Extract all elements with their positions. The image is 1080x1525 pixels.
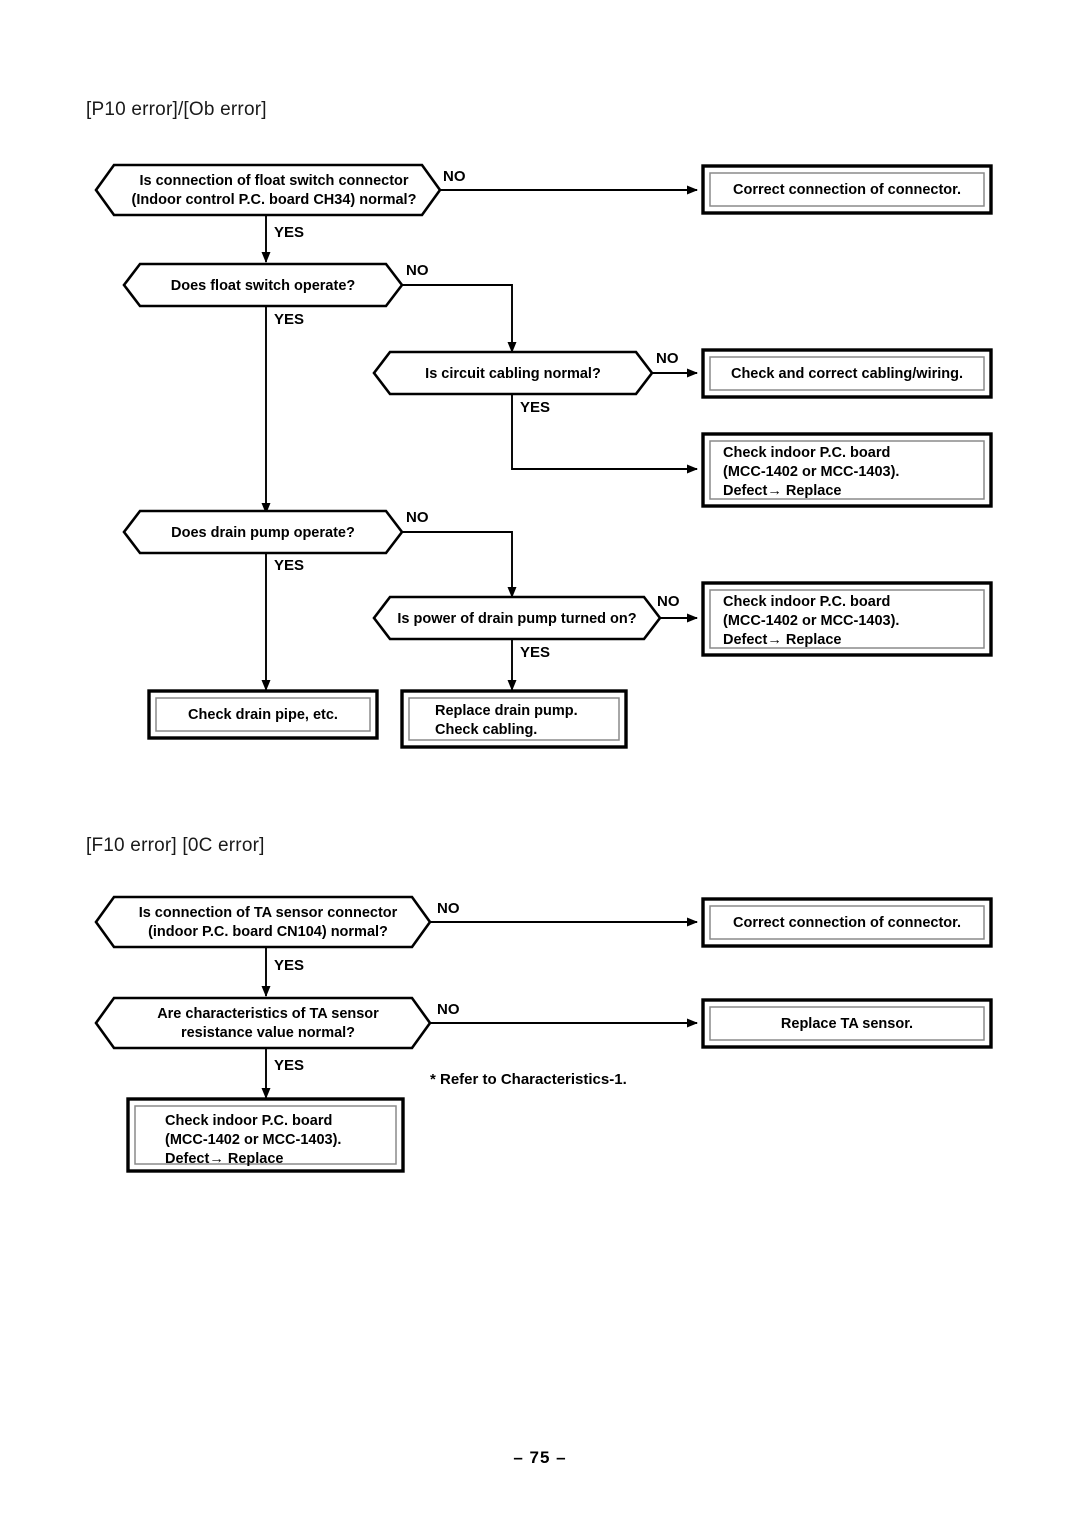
action-replace-ta-sensor[interactable]: Replace TA sensor. [701, 998, 993, 1049]
document-page: [P10 error]/[Ob error] Is connection of … [0, 0, 1080, 1525]
branch-label-f-d2-yes: YES [274, 1057, 304, 1074]
decision-label-line2: resistance value normal? [181, 1025, 355, 1041]
action-label: Replace TA sensor. [781, 1016, 913, 1032]
decision-ta-sensor-connector[interactable]: Is connection of TA sensor connector (in… [94, 895, 432, 949]
flowchart-f10-error: Is connection of TA sensor connector (in… [94, 895, 993, 1173]
decision-label-line2: (indoor P.C. board CN104) normal? [148, 924, 388, 940]
branch-label-f-d1-yes: YES [274, 957, 304, 974]
decision-ta-sensor-resistance[interactable]: Are characteristics of TA sensor resista… [94, 996, 432, 1050]
page-number: – 75 – [513, 1448, 567, 1467]
decision-label-line1: Is connection of TA sensor connector [139, 905, 398, 921]
action-check-board-ta[interactable]: Check indoor P.C. board (MCC-1402 or MCC… [126, 1097, 405, 1173]
action-label-line2: (MCC-1402 or MCC-1403). [165, 1132, 341, 1148]
action-label-line3: Defect→ Replace [165, 1151, 283, 1167]
action-correct-connection-ta[interactable]: Correct connection of connector. [701, 897, 993, 948]
characteristics-note: * Refer to Characteristics-1. [430, 1071, 627, 1088]
action-label: Correct connection of connector. [733, 915, 961, 931]
branch-label-f-d2-no: NO [437, 1001, 460, 1018]
action-label-line1: Check indoor P.C. board [165, 1113, 332, 1129]
decision-label-line1: Are characteristics of TA sensor [157, 1006, 379, 1022]
branch-label-f-d1-no: NO [437, 900, 460, 917]
